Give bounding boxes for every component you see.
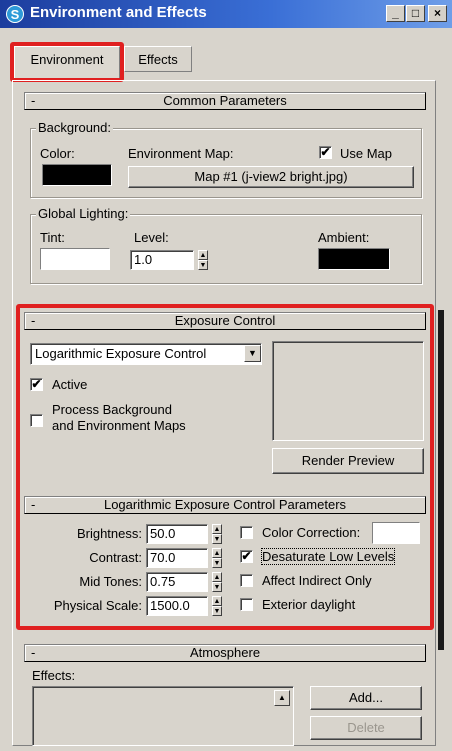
atmosphere-header[interactable]: - Atmosphere: [24, 644, 426, 662]
use-map-checkbox[interactable]: ✔: [319, 146, 332, 159]
color-label: Color:: [40, 146, 75, 161]
delete-effect-button[interactable]: Delete: [310, 716, 422, 740]
window-title: Environment and Effects: [30, 4, 207, 21]
minimize-button[interactable]: _: [386, 5, 405, 22]
tint-label: Tint:: [40, 230, 65, 245]
environment-map-label: Environment Map:: [128, 146, 234, 161]
tab-effects[interactable]: Effects: [124, 46, 192, 72]
exposure-section-highlight: [16, 304, 434, 630]
common-parameters-header[interactable]: - Common Parameters: [24, 92, 426, 110]
maximize-button[interactable]: □: [406, 5, 425, 22]
global-lighting-label: Global Lighting:: [36, 206, 131, 221]
environment-map-button[interactable]: Map #1 (j-view2 bright.jpg): [128, 166, 414, 188]
effects-list[interactable]: [32, 686, 294, 746]
collapse-icon: -: [31, 93, 36, 108]
scroll-up-icon[interactable]: ▲: [274, 690, 290, 706]
background-color-swatch[interactable]: [42, 164, 112, 186]
background-group-label: Background:: [36, 120, 113, 135]
level-label: Level:: [134, 230, 169, 245]
ambient-label: Ambient:: [318, 230, 370, 245]
common-parameters-title: Common Parameters: [163, 93, 287, 108]
use-map-label: Use Map: [340, 146, 393, 161]
effects-label: Effects:: [32, 668, 76, 683]
add-effect-button[interactable]: Add...: [310, 686, 422, 710]
tint-color-swatch[interactable]: [40, 248, 110, 270]
tab-effects-label: Effects: [138, 52, 178, 67]
spinner-up-icon[interactable]: ▲: [198, 250, 208, 260]
collapse-icon: -: [31, 645, 36, 660]
level-spinner[interactable]: ▲ ▼: [198, 250, 208, 270]
spinner-down-icon[interactable]: ▼: [198, 260, 208, 270]
level-field[interactable]: 1.0: [130, 250, 194, 270]
environment-tab-highlight: [10, 42, 124, 82]
close-button[interactable]: ×: [428, 5, 447, 22]
app-icon[interactable]: S: [6, 5, 24, 23]
ambient-color-swatch[interactable]: [318, 248, 390, 270]
atmosphere-title: Atmosphere: [189, 645, 261, 660]
panel-edge-shadow: [438, 310, 444, 650]
